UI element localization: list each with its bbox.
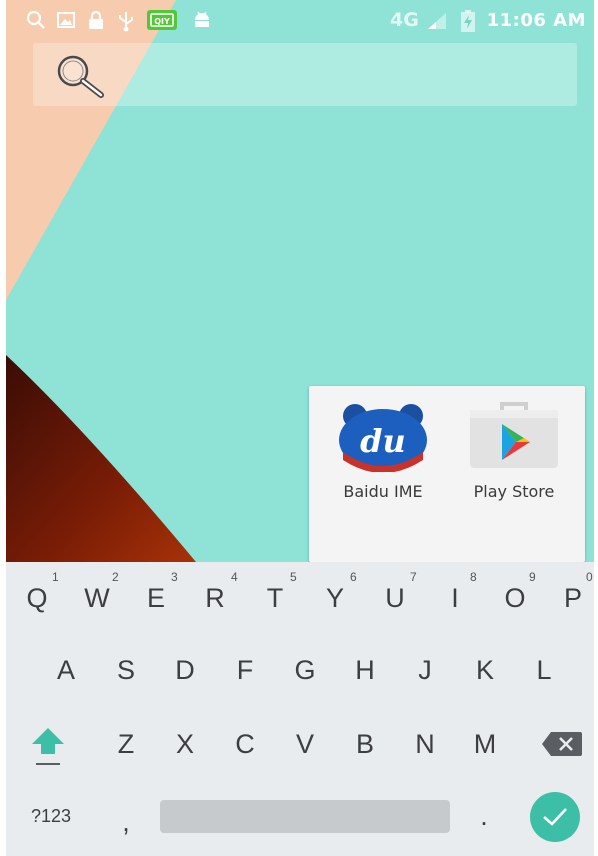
key-f[interactable]: F bbox=[217, 640, 273, 700]
key-d[interactable]: D bbox=[157, 640, 213, 700]
key-l[interactable]: L bbox=[516, 640, 572, 700]
key-hint-4: 4 bbox=[231, 570, 238, 584]
network-type: 4G bbox=[390, 9, 419, 31]
usb-icon bbox=[119, 12, 133, 32]
checkmark-icon bbox=[543, 808, 567, 826]
key-hint-3: 3 bbox=[171, 570, 178, 584]
key-n[interactable]: N bbox=[397, 714, 453, 774]
play-store-label: Play Store bbox=[473, 482, 555, 501]
backspace-key[interactable] bbox=[534, 714, 590, 774]
baidu-ime-icon: du bbox=[339, 404, 427, 473]
enter-key[interactable] bbox=[530, 792, 580, 842]
status-bar: QIY 4G 11:06 AM bbox=[6, 0, 594, 40]
iqiyi-icon: QIY bbox=[147, 10, 177, 30]
baidu-ime-icon-text: du bbox=[360, 422, 406, 460]
search-bar[interactable] bbox=[33, 43, 577, 106]
play-store-icon bbox=[470, 402, 558, 468]
image-icon bbox=[57, 12, 75, 28]
key-b[interactable]: B bbox=[337, 714, 393, 774]
play-store-app[interactable]: Play Store bbox=[455, 400, 573, 501]
soft-keyboard: Q W E R T Y U I O P 1 2 3 4 5 6 7 8 9 0 … bbox=[6, 562, 594, 856]
key-hint-1: 1 bbox=[52, 570, 59, 584]
home-screen: QIY 4G 11:06 AM du Baidu IME Play Store … bbox=[6, 0, 594, 856]
key-m[interactable]: M bbox=[457, 714, 513, 774]
key-hint-9: 9 bbox=[529, 570, 536, 584]
key-s[interactable]: S bbox=[98, 640, 154, 700]
key-a[interactable]: A bbox=[38, 640, 94, 700]
key-g[interactable]: G bbox=[277, 640, 333, 700]
key-x[interactable]: X bbox=[157, 714, 213, 774]
lock-icon bbox=[89, 10, 103, 29]
key-hint-0: 0 bbox=[586, 570, 593, 584]
key-h[interactable]: H bbox=[337, 640, 393, 700]
baidu-ime-app[interactable]: du Baidu IME bbox=[324, 400, 442, 501]
key-hint-6: 6 bbox=[350, 570, 357, 584]
key-j[interactable]: J bbox=[397, 640, 453, 700]
key-hint-7: 7 bbox=[410, 570, 417, 584]
app-folder: du Baidu IME Play Store bbox=[309, 386, 585, 562]
key-hint-2: 2 bbox=[112, 570, 119, 584]
signal-icon bbox=[428, 13, 446, 29]
key-k[interactable]: K bbox=[457, 640, 513, 700]
baidu-ime-label: Baidu IME bbox=[343, 482, 423, 501]
key-c[interactable]: C bbox=[217, 714, 273, 774]
backspace-icon bbox=[542, 732, 582, 756]
key-hint-5: 5 bbox=[290, 570, 297, 584]
shift-icon bbox=[32, 728, 64, 765]
svg-text:QIY: QIY bbox=[154, 17, 170, 26]
period-key[interactable]: . bbox=[456, 786, 512, 846]
battery-charging-icon bbox=[461, 10, 475, 32]
symbols-key[interactable]: ?123 bbox=[20, 786, 82, 846]
comma-key[interactable]: , bbox=[98, 792, 154, 852]
key-z[interactable]: Z bbox=[98, 714, 154, 774]
magnifier-icon bbox=[57, 55, 104, 98]
key-v[interactable]: V bbox=[277, 714, 333, 774]
shift-key[interactable] bbox=[20, 714, 76, 774]
android-icon bbox=[195, 11, 209, 27]
search-icon bbox=[26, 10, 45, 29]
key-hint-8: 8 bbox=[470, 570, 477, 584]
status-time: 11:06 AM bbox=[486, 10, 586, 31]
space-bar[interactable] bbox=[160, 800, 450, 833]
